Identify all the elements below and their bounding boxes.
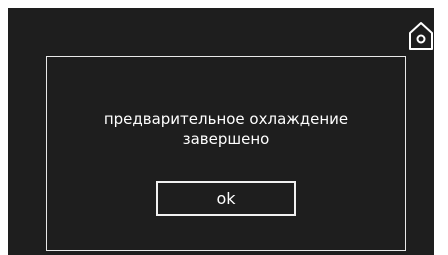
home-button[interactable]	[405, 19, 437, 53]
dialog-message-line-1: предварительное охлаждение	[103, 110, 349, 128]
home-icon	[409, 22, 433, 50]
dialog-message-line-2: завершено	[182, 130, 270, 148]
display-screen: предварительное охлаждение завершено ok	[8, 8, 434, 255]
ok-button[interactable]: ok	[156, 181, 296, 216]
completion-dialog: предварительное охлаждение завершено ok	[46, 56, 406, 251]
dialog-message: предварительное охлаждение завершено	[47, 109, 405, 149]
